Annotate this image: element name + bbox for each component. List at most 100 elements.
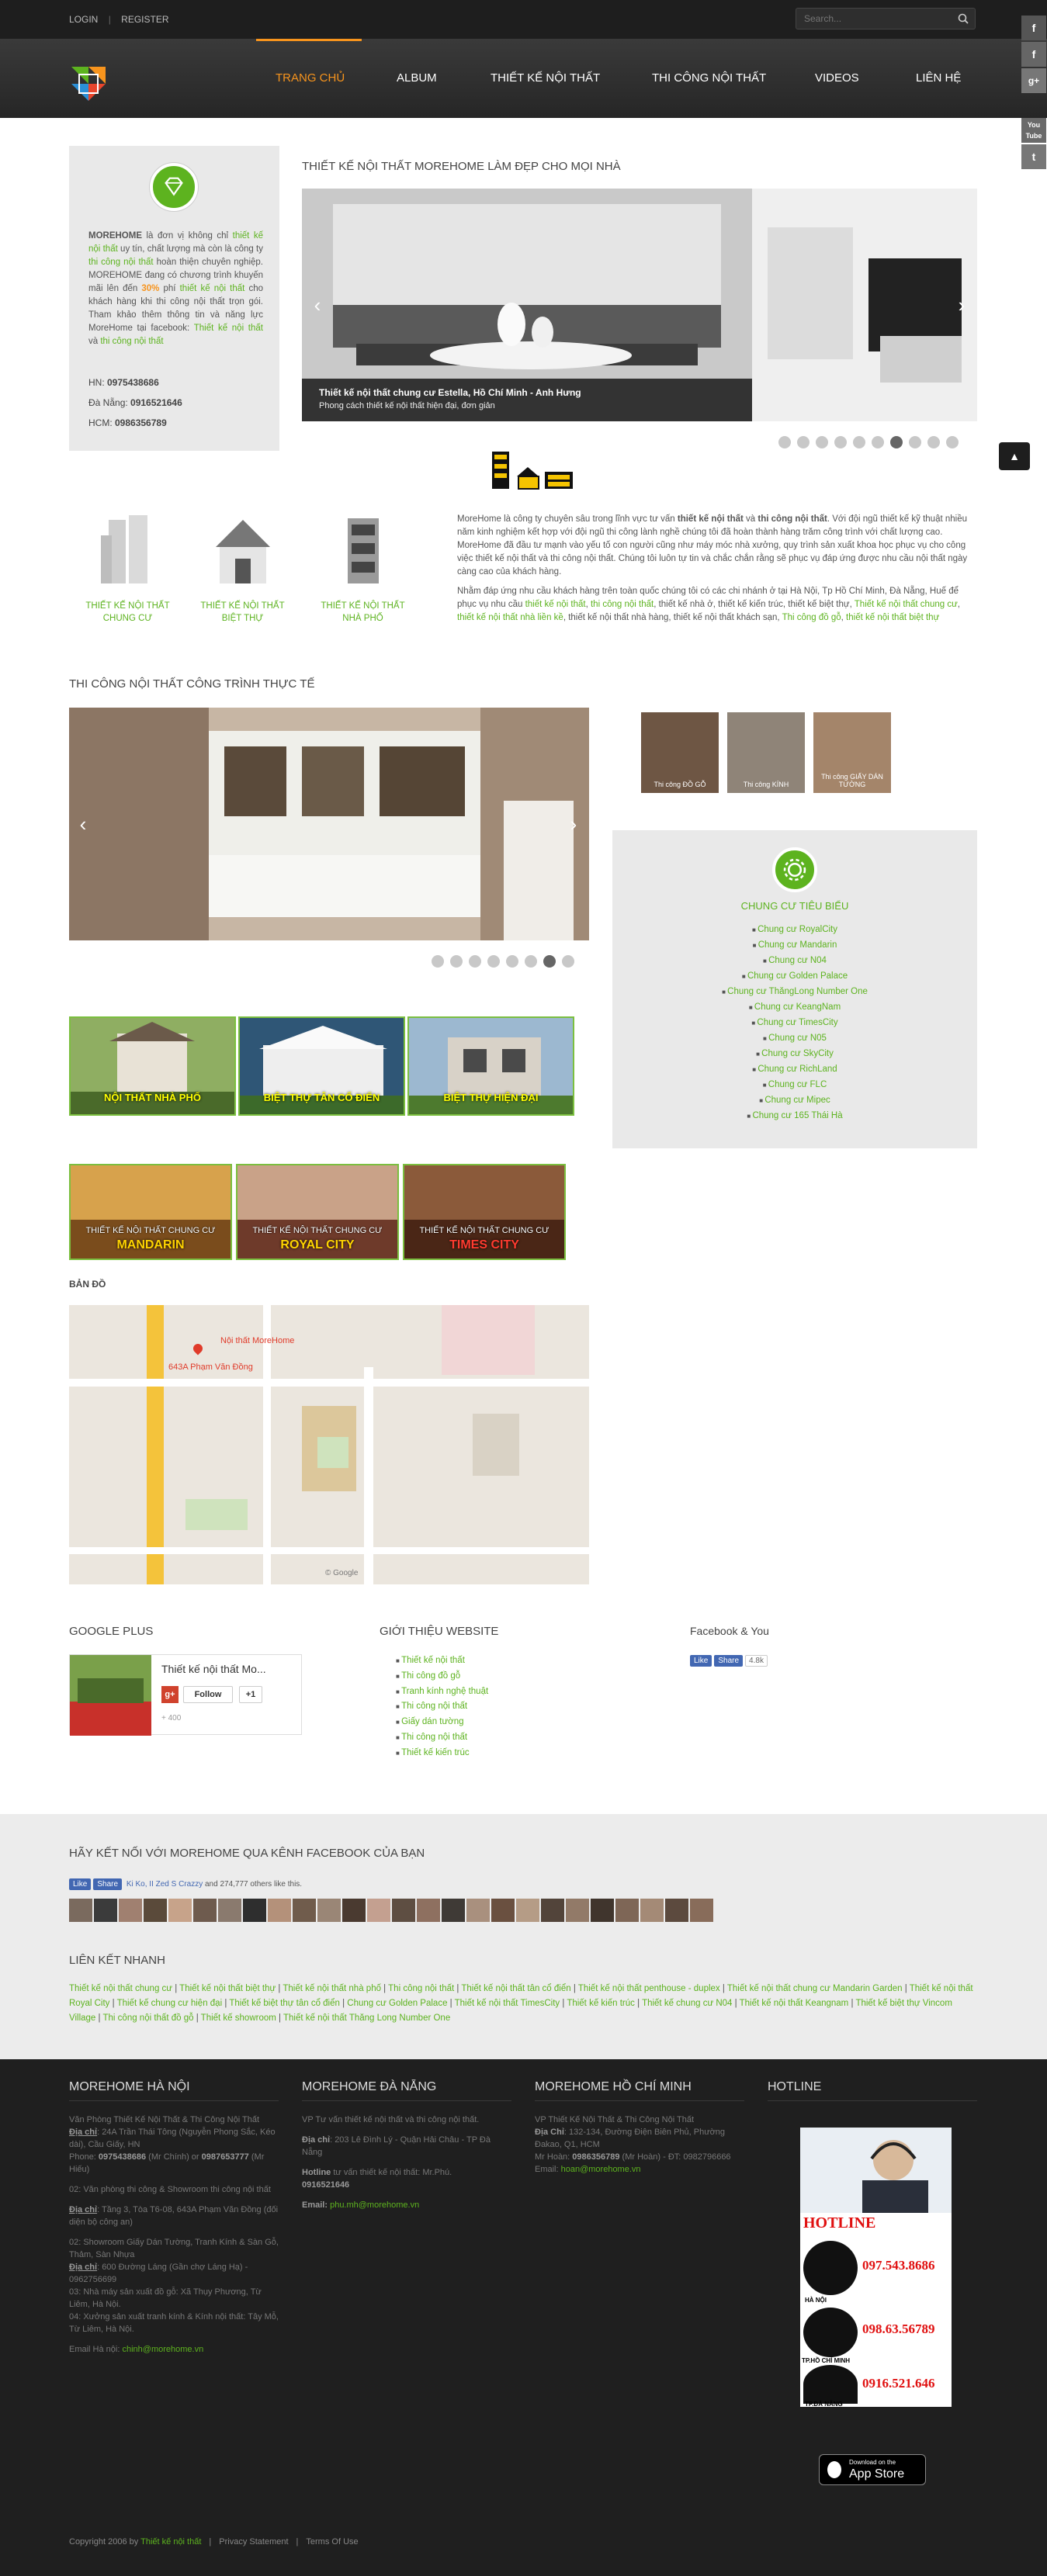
link[interactable]: thi công nội thất (591, 600, 654, 609)
facebook-avatar[interactable] (640, 1899, 664, 1922)
quicklink[interactable]: Thiết kế nội thất penthouse - duplex (578, 1984, 720, 1993)
quicklink[interactable]: Thiết kế chung cư N04 (642, 1999, 732, 2008)
facebook-avatar[interactable] (665, 1899, 688, 1922)
condo-link[interactable]: Chung cư SkyCity (612, 1046, 977, 1061)
facebook-avatar[interactable] (243, 1899, 266, 1922)
condo-link[interactable]: Chung cư ThăngLong Number One (612, 984, 977, 999)
slider-dot[interactable] (525, 955, 537, 968)
facebook-avatar[interactable] (615, 1899, 639, 1922)
facebook-avatar[interactable] (293, 1899, 316, 1922)
condo-link[interactable]: Chung cư N04 (612, 953, 977, 968)
facebook-avatar[interactable] (591, 1899, 614, 1922)
facebook-avatar[interactable] (367, 1899, 390, 1922)
link[interactable]: thiết kế nội thất (525, 600, 586, 609)
like-button[interactable]: Like (690, 1655, 712, 1667)
quicklink[interactable]: Thiết kế nội thất biệt thự (179, 1984, 276, 1993)
condo-link[interactable]: Chung cư RichLand (612, 1061, 977, 1077)
thumb-woodwork[interactable]: Thi công ĐỒ GỖ (641, 712, 719, 793)
site-intro-link[interactable]: Thiết kế kiến trúc (396, 1748, 488, 1764)
nav-contact[interactable]: LIÊN HỆ (916, 71, 961, 85)
slider-dot[interactable] (872, 436, 884, 448)
facebook-avatar[interactable] (491, 1899, 515, 1922)
facebook-avatar[interactable] (417, 1899, 440, 1922)
logo[interactable] (71, 67, 106, 101)
slider-dot[interactable] (927, 436, 940, 448)
link[interactable]: Thi công đồ gỗ (782, 613, 841, 622)
back-to-top-button[interactable]: ▲ (999, 442, 1030, 470)
facebook-avatar[interactable] (442, 1899, 465, 1922)
facebook-icon[interactable]: f (1021, 42, 1046, 67)
facebook-avatar[interactable] (466, 1899, 490, 1922)
slider-dot[interactable] (909, 436, 921, 448)
link[interactable]: Thiết kế nội thất chung cư (855, 600, 958, 609)
facebook-avatar[interactable] (392, 1899, 415, 1922)
google-plus-icon[interactable]: g+ (1021, 68, 1046, 93)
map[interactable]: Nội thất MoreHome 643A Phạm Văn Đồng © G… (69, 1305, 589, 1584)
email-link[interactable]: hoan@morehome.vn (561, 2165, 641, 2174)
slider-dot[interactable] (450, 955, 463, 968)
facebook-avatar[interactable] (541, 1899, 564, 1922)
youtube-icon[interactable]: You Tube (1021, 118, 1046, 143)
thumb-glass[interactable]: Thi công KÍNH (727, 712, 805, 793)
tile-neoclassic-villa[interactable]: BIỆT THỰ TÂN CỔ ĐIỂN (238, 1016, 405, 1116)
like-button[interactable]: Like (69, 1878, 92, 1890)
facebook-avatar[interactable] (119, 1899, 142, 1922)
condo-link[interactable]: Chung cư Mandarin (612, 937, 977, 953)
condo-link[interactable]: Chung cư TimesCity (612, 1015, 977, 1030)
search-icon[interactable] (958, 13, 969, 24)
prev-arrow-icon[interactable]: ‹ (307, 289, 328, 320)
link[interactable]: thiết kế nội thất nhà liền kề (457, 613, 563, 622)
slider-dot[interactable] (506, 955, 518, 968)
condo-link[interactable]: Chung cư Golden Palace (612, 968, 977, 984)
slider-dot[interactable] (946, 436, 959, 448)
site-intro-link[interactable]: Thi công nội thất (396, 1702, 488, 1717)
email-link[interactable]: phu.mh@morehome.vn (330, 2200, 419, 2210)
slider-dot[interactable] (816, 436, 828, 448)
facebook-avatar[interactable] (690, 1899, 713, 1922)
tile-royal-city[interactable]: THIẾT KẾ NỘI THẤT CHUNG CƯ ROYAL CITY (236, 1164, 399, 1260)
nav-videos[interactable]: VIDEOS (815, 71, 859, 85)
condo-link[interactable]: Chung cư Mipec (612, 1092, 977, 1108)
tile-mandarin[interactable]: THIẾT KẾ NỘI THẤT CHUNG CƯ MANDARIN (69, 1164, 232, 1260)
privacy-link[interactable]: Privacy Statement (219, 2537, 288, 2547)
hotline-number[interactable]: 098.63.56789 (862, 2322, 935, 2337)
facebook-avatar[interactable] (268, 1899, 291, 1922)
quicklink[interactable]: Thiết kế kiến trúc (567, 1999, 635, 2008)
condo-link[interactable]: Chung cư KeangNam (612, 999, 977, 1015)
condo-link[interactable]: Chung cư FLC (612, 1077, 977, 1092)
link[interactable]: thi công nội thất (100, 337, 163, 346)
next-arrow-icon[interactable]: › (951, 289, 972, 320)
category-villa[interactable]: THIẾT KẾ NỘI THẤT BIỆT THỰ (190, 512, 295, 625)
link[interactable]: thiết kế nội thất (180, 284, 245, 293)
slider-dot[interactable] (853, 436, 865, 448)
hotline-number[interactable]: 097.543.8686 (862, 2258, 935, 2273)
link[interactable]: thiết kế nội thất biệt thự (846, 613, 939, 622)
tile-times-city[interactable]: THIẾT KẾ NỘI THẤT CHUNG CƯ TIMES CITY (403, 1164, 566, 1260)
condo-link[interactable]: Chung cư 165 Thái Hà (612, 1108, 977, 1124)
slider-dot[interactable] (890, 436, 903, 448)
nav-home[interactable]: TRANG CHỦ (276, 71, 345, 85)
condo-link[interactable]: Chung cư N05 (612, 1030, 977, 1046)
login-link[interactable]: LOGIN (69, 14, 98, 25)
facebook-avatar[interactable] (193, 1899, 217, 1922)
quicklink[interactable]: Thiết kế nội thất Thăng Long Number One (283, 2013, 450, 2023)
site-intro-link[interactable]: Thi công đồ gỗ (396, 1671, 488, 1687)
next-arrow-icon[interactable]: › (563, 808, 584, 840)
facebook-avatar[interactable] (69, 1899, 92, 1922)
twitter-icon[interactable]: t (1021, 144, 1046, 169)
quicklink[interactable]: Thiết kế chung cư hiện đại (117, 1999, 223, 2008)
quicklink[interactable]: Thiết kế biệt thự tân cổ điển (229, 1999, 340, 2008)
slider-dot[interactable] (432, 955, 444, 968)
link[interactable]: thi công nội thất (88, 258, 154, 267)
category-townhouse[interactable]: THIẾT KẾ NỘI THẤT NHÀ PHỐ (310, 512, 415, 625)
site-intro-link[interactable]: Thi công nội thất (396, 1733, 488, 1748)
register-link[interactable]: REGISTER (121, 14, 168, 25)
facebook-avatar[interactable] (218, 1899, 241, 1922)
quicklink[interactable]: Thi công nội thất đồ gỗ (103, 2013, 194, 2023)
slider-dot[interactable] (778, 436, 791, 448)
slider-dot[interactable] (797, 436, 810, 448)
nav-interior-construction[interactable]: THI CÔNG NỘI THẤT (652, 71, 766, 85)
facebook-avatar[interactable] (168, 1899, 192, 1922)
quicklink[interactable]: Thiết kế nội thất Keangnam (740, 1999, 849, 2008)
facebook-avatar[interactable] (94, 1899, 117, 1922)
